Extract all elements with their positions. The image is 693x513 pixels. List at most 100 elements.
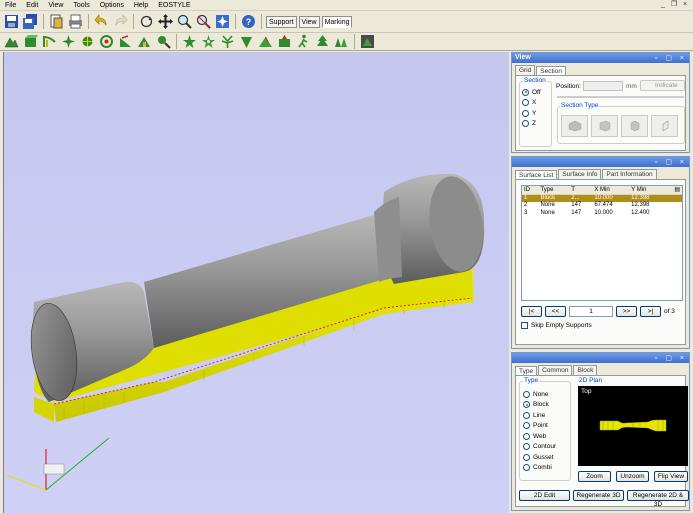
col-ymin[interactable]: Y Min — [629, 186, 667, 195]
tab-support[interactable]: Support — [266, 15, 297, 28]
section-radio-x[interactable]: X — [522, 98, 541, 109]
row-xmin: 10.000 — [592, 194, 630, 202]
support-tree-icon[interactable] — [314, 33, 331, 50]
tab-view[interactable]: View — [298, 15, 320, 28]
support-branch-icon[interactable] — [219, 33, 236, 50]
print-icon[interactable] — [67, 13, 84, 30]
panel-controls[interactable]: ▫ ▢ × — [655, 54, 687, 64]
redo-icon[interactable] — [112, 13, 129, 30]
indicate-button[interactable]: Indicate — [640, 80, 685, 91]
type-radio-none[interactable]: None — [523, 389, 556, 400]
support-point-icon[interactable] — [60, 33, 77, 50]
save-icon[interactable] — [3, 13, 20, 30]
skip-empty-supports-checkbox[interactable]: Skip Empty Supports — [521, 322, 592, 329]
table-row[interactable]: 3 None 147 10.000 12.400 — [522, 209, 682, 217]
support-block-icon[interactable] — [22, 33, 39, 50]
plan-2d-view[interactable]: Top — [578, 386, 688, 466]
menu-view[interactable]: View — [43, 2, 68, 9]
menu-file[interactable]: File — [0, 2, 21, 9]
support-gusset-icon[interactable] — [117, 33, 134, 50]
section-radio-off[interactable]: Off — [522, 87, 541, 98]
support-pick-icon[interactable] — [155, 33, 172, 50]
first-page-button[interactable]: |< — [521, 306, 542, 317]
minimize-icon[interactable]: _ — [659, 1, 667, 9]
support-contour-icon[interactable] — [98, 33, 115, 50]
tab-part-information[interactable]: Part Information — [602, 169, 657, 179]
support-export-icon[interactable] — [359, 33, 376, 50]
unzoom-button[interactable]: Unzoom — [616, 471, 649, 482]
support-fan-icon[interactable] — [238, 33, 255, 50]
next-page-button[interactable]: >> — [616, 306, 637, 317]
type-radio-web[interactable]: Web — [523, 431, 556, 442]
col-t[interactable]: T — [569, 186, 593, 195]
section-type-plane-icon[interactable] — [651, 115, 678, 137]
last-page-button[interactable]: >| — [640, 306, 661, 317]
row-ymin: 12.398 — [631, 202, 650, 209]
col-type[interactable]: Type — [538, 186, 570, 195]
checkbox-box[interactable] — [521, 322, 528, 329]
support-multi-icon[interactable] — [333, 33, 350, 50]
col-xmin[interactable]: X Min — [592, 186, 630, 195]
type-radio-point[interactable]: Point — [523, 421, 556, 432]
help-icon[interactable]: ? — [240, 13, 257, 30]
col-id[interactable]: ID — [522, 186, 539, 195]
regenerate-3d-button[interactable]: Regenerate 3D — [573, 490, 624, 501]
menu-tools[interactable]: Tools — [68, 2, 94, 9]
prev-page-button[interactable]: << — [545, 306, 566, 317]
section-type-box-icon[interactable] — [561, 115, 588, 137]
tab-common[interactable]: Common — [538, 365, 573, 375]
type-radio-line[interactable]: Line — [523, 410, 556, 421]
type-radio-combi[interactable]: Combi — [523, 463, 556, 474]
position-slider[interactable] — [557, 96, 684, 98]
support-line-icon[interactable] — [41, 33, 58, 50]
zoom-icon[interactable] — [176, 13, 193, 30]
type-radio-gusset[interactable]: Gusset — [523, 452, 556, 463]
support-cone-icon[interactable] — [257, 33, 274, 50]
zoom-reset-icon[interactable] — [195, 13, 212, 30]
table-row[interactable]: 1 Block 2... 10.000 12.398 — [522, 194, 682, 202]
regenerate-2d-3d-button[interactable]: Regenerate 2D & 3D — [627, 490, 689, 508]
type-panel: ▫ ▢ × Type Common Block Type None Block … — [511, 352, 690, 511]
tab-surface-info[interactable]: Surface Info — [558, 169, 602, 179]
restore-icon[interactable]: ❐ — [670, 1, 678, 9]
support-web-icon[interactable] — [79, 33, 96, 50]
pan-icon[interactable] — [157, 13, 174, 30]
flip-view-button[interactable]: Flip View — [654, 471, 688, 482]
support-walk-icon[interactable] — [295, 33, 312, 50]
section-type-half-box-icon[interactable] — [591, 115, 618, 137]
undo-icon[interactable] — [93, 13, 110, 30]
tab-marking[interactable]: Marking — [321, 15, 353, 28]
section-radio-y[interactable]: Y — [522, 108, 541, 119]
column-chooser-icon[interactable]: ▤ — [666, 186, 682, 195]
edit-2d-button[interactable]: 2D Edit — [519, 490, 570, 501]
support-star-alt-icon[interactable] — [200, 33, 217, 50]
zoom-button[interactable]: Zoom — [578, 471, 611, 482]
section-radio-z[interactable]: Z — [522, 119, 541, 130]
position-input[interactable] — [583, 81, 623, 91]
table-row[interactable]: 2 None 147 67.474 12.398 — [522, 202, 682, 210]
surface-panel-controls[interactable]: ▫ ▢ × — [655, 158, 687, 168]
save-all-icon[interactable] — [22, 13, 39, 30]
tab-grid[interactable]: Grid — [515, 65, 536, 75]
menu-edit[interactable]: Edit — [21, 2, 43, 9]
menu-options[interactable]: Options — [95, 2, 129, 9]
pager: |< << 1 >> >| of 3 — [521, 306, 675, 317]
tab-block[interactable]: Block — [573, 365, 598, 375]
support-arrow-icon[interactable] — [276, 33, 293, 50]
type-radio-block[interactable]: Block — [523, 400, 556, 411]
3d-viewport[interactable] — [3, 52, 509, 513]
menu-help[interactable]: Help — [129, 2, 153, 9]
document-icon[interactable] — [48, 13, 65, 30]
support-combi-icon[interactable] — [136, 33, 153, 50]
support-mountain-icon[interactable] — [3, 33, 20, 50]
type-radio-contour[interactable]: Contour — [523, 442, 556, 453]
rotate-icon[interactable] — [138, 13, 155, 30]
type-gusset-label: Gusset — [533, 453, 554, 461]
fit-view-icon[interactable] — [214, 13, 231, 30]
type-panel-controls[interactable]: ▫ ▢ × — [655, 354, 687, 364]
page-input[interactable]: 1 — [569, 306, 613, 317]
section-type-corner-icon[interactable] — [621, 115, 648, 137]
support-star-icon[interactable] — [181, 33, 198, 50]
menu-eostyle[interactable]: EOSTYLE — [153, 2, 195, 9]
close-icon[interactable]: × — [681, 1, 689, 9]
